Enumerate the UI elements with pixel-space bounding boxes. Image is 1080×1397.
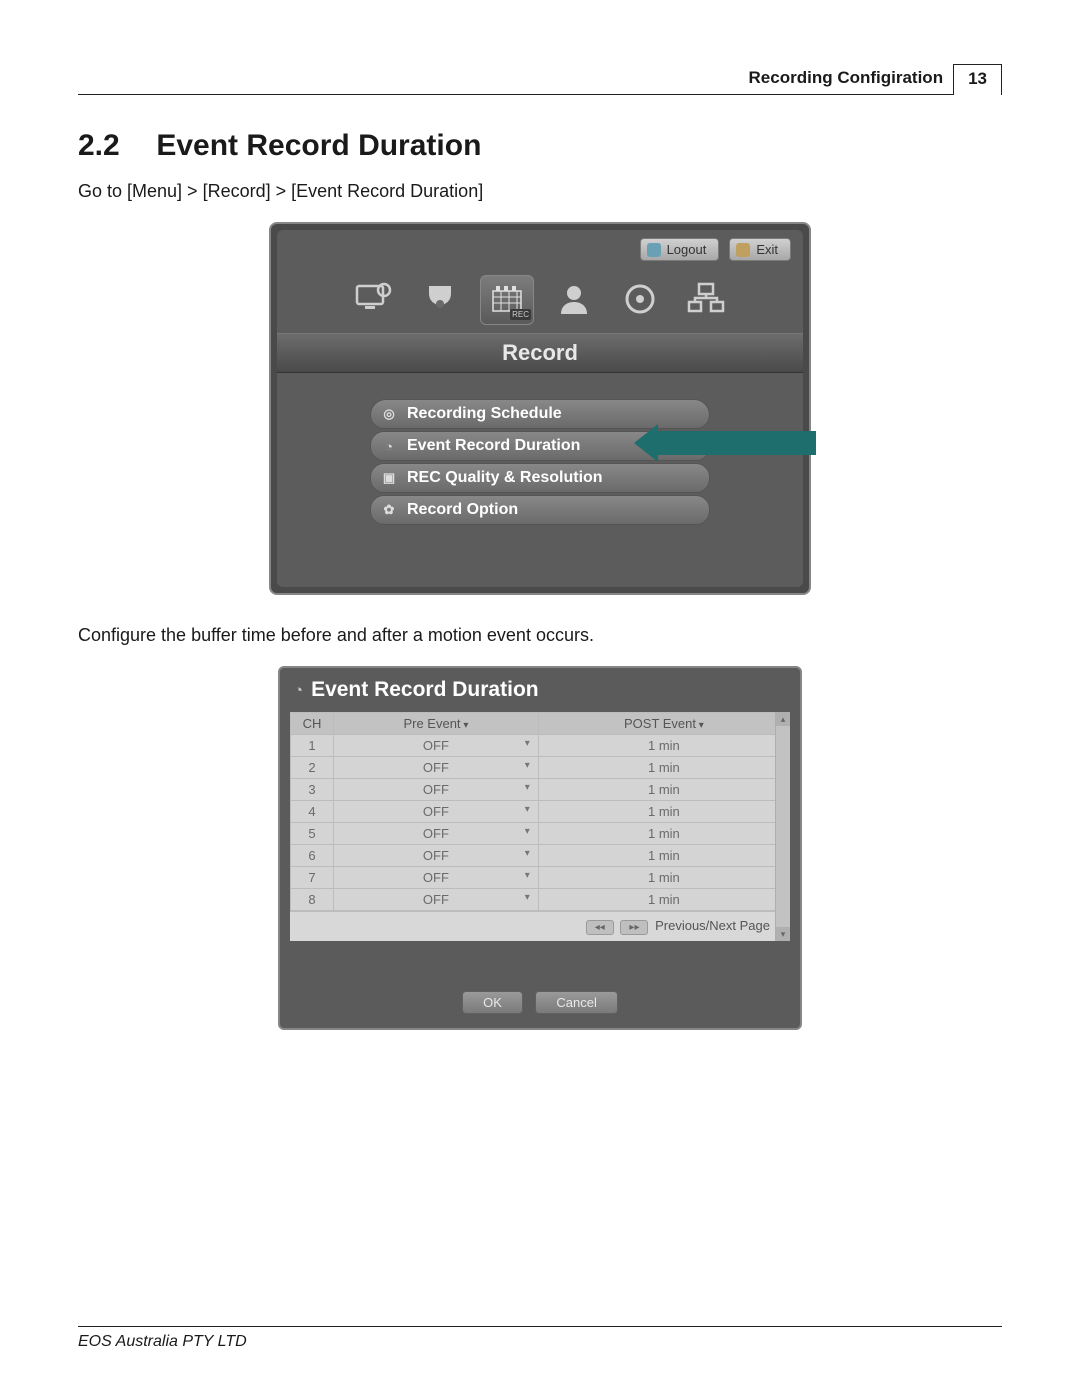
exit-button[interactable]: Exit <box>729 238 791 261</box>
cell-post[interactable]: 1 min <box>538 867 789 889</box>
table-row: 1OFF1 min <box>291 735 790 757</box>
running-title: Recording Configiration <box>749 68 944 88</box>
selected-tab-label: Record <box>277 333 803 373</box>
section-number: 2.2 <box>78 129 148 163</box>
cell-pre[interactable]: OFF <box>334 757 539 779</box>
col-post[interactable]: POST Event <box>538 713 789 735</box>
dialog-title-row: ◔ Event Record Duration <box>290 676 790 712</box>
table-row: 6OFF1 min <box>291 845 790 867</box>
cell-pre[interactable]: OFF <box>334 823 539 845</box>
running-header: Recording Configiration 13 <box>78 60 1002 95</box>
cell-post[interactable]: 1 min <box>538 823 789 845</box>
menu-item-record-option[interactable]: ✿ Record Option <box>370 495 710 525</box>
camera-icon[interactable] <box>414 275 466 323</box>
cell-pre[interactable]: OFF <box>334 889 539 911</box>
cell-post[interactable]: 1 min <box>538 801 789 823</box>
next-page-button[interactable]: ▸▸ <box>620 920 648 935</box>
network-icon[interactable] <box>680 275 732 323</box>
logout-button[interactable]: Logout <box>640 238 720 261</box>
pager-label: Previous/Next Page <box>655 918 770 933</box>
col-pre[interactable]: Pre Event <box>334 713 539 735</box>
table-row: 7OFF1 min <box>291 867 790 889</box>
event-duration-dialog: ◔ Event Record Duration CH Pre Event POS… <box>278 666 802 1030</box>
duration-table-wrap: CH Pre Event POST Event 1OFF1 min2OFF1 m… <box>290 712 790 941</box>
menu-item-label: REC Quality & Resolution <box>407 469 603 487</box>
cell-pre[interactable]: OFF <box>334 867 539 889</box>
cell-post[interactable]: 1 min <box>538 779 789 801</box>
logout-icon <box>647 243 661 257</box>
cell-post[interactable]: 1 min <box>538 845 789 867</box>
ok-button[interactable]: OK <box>462 991 523 1014</box>
gear-icon: ✿ <box>381 502 397 518</box>
user-icon[interactable] <box>548 275 600 323</box>
cell-pre[interactable]: OFF <box>334 735 539 757</box>
exit-label: Exit <box>756 242 778 257</box>
clock-icon: ◔ <box>294 682 303 699</box>
exit-icon <box>736 243 750 257</box>
picture-icon: ▣ <box>381 470 397 486</box>
cancel-button[interactable]: Cancel <box>535 991 617 1014</box>
cell-ch: 6 <box>291 845 334 867</box>
cell-post[interactable]: 1 min <box>538 735 789 757</box>
cell-pre[interactable]: OFF <box>334 779 539 801</box>
col-ch: CH <box>291 713 334 735</box>
table-row: 2OFF1 min <box>291 757 790 779</box>
highlight-arrow <box>656 431 816 455</box>
cell-ch: 4 <box>291 801 334 823</box>
page-footer: EOS Australia PTY LTD <box>78 1326 1002 1351</box>
scroll-up-icon[interactable]: ▴ <box>776 712 790 726</box>
menu-item-label: Recording Schedule <box>407 405 562 423</box>
scroll-down-icon[interactable]: ▾ <box>776 927 790 941</box>
record-icon[interactable] <box>480 275 534 325</box>
menu-item-label: Event Record Duration <box>407 437 580 455</box>
pager: ◂◂ ▸▸ Previous/Next Page <box>290 911 790 941</box>
target-icon: ◎ <box>381 406 397 422</box>
cell-ch: 3 <box>291 779 334 801</box>
main-menu-icons <box>277 271 803 333</box>
cell-post[interactable]: 1 min <box>538 889 789 911</box>
intro-text: Go to [Menu] > [Record] > [Event Record … <box>78 181 1002 202</box>
record-submenu: ◎ Recording Schedule ◔ Event Record Dura… <box>370 399 710 525</box>
section-heading: 2.2 Event Record Duration <box>78 129 1002 163</box>
menu-screenshot: Logout Exit <box>269 222 811 595</box>
duration-table: CH Pre Event POST Event 1OFF1 min2OFF1 m… <box>290 712 790 911</box>
menu-item-rec-quality[interactable]: ▣ REC Quality & Resolution <box>370 463 710 493</box>
menu-item-recording-schedule[interactable]: ◎ Recording Schedule <box>370 399 710 429</box>
cell-pre[interactable]: OFF <box>334 801 539 823</box>
table-row: 4OFF1 min <box>291 801 790 823</box>
table-row: 8OFF1 min <box>291 889 790 911</box>
prev-page-button[interactable]: ◂◂ <box>586 920 614 935</box>
page-number: 13 <box>953 64 1002 95</box>
cell-post[interactable]: 1 min <box>538 757 789 779</box>
table-row: 5OFF1 min <box>291 823 790 845</box>
cell-ch: 5 <box>291 823 334 845</box>
table-row: 3OFF1 min <box>291 779 790 801</box>
section-title: Event Record Duration <box>156 129 481 162</box>
cell-ch: 1 <box>291 735 334 757</box>
after-note: Configure the buffer time before and aft… <box>78 625 1002 646</box>
cell-pre[interactable]: OFF <box>334 845 539 867</box>
cell-ch: 2 <box>291 757 334 779</box>
display-settings-icon[interactable] <box>348 275 400 323</box>
clock-icon: ◔ <box>381 439 397 454</box>
cell-ch: 8 <box>291 889 334 911</box>
dialog-title: Event Record Duration <box>311 678 539 702</box>
table-scrollbar[interactable]: ▴ ▾ <box>775 712 790 941</box>
logout-label: Logout <box>667 242 707 257</box>
cell-ch: 7 <box>291 867 334 889</box>
menu-item-label: Record Option <box>407 501 518 519</box>
disc-icon[interactable] <box>614 275 666 323</box>
